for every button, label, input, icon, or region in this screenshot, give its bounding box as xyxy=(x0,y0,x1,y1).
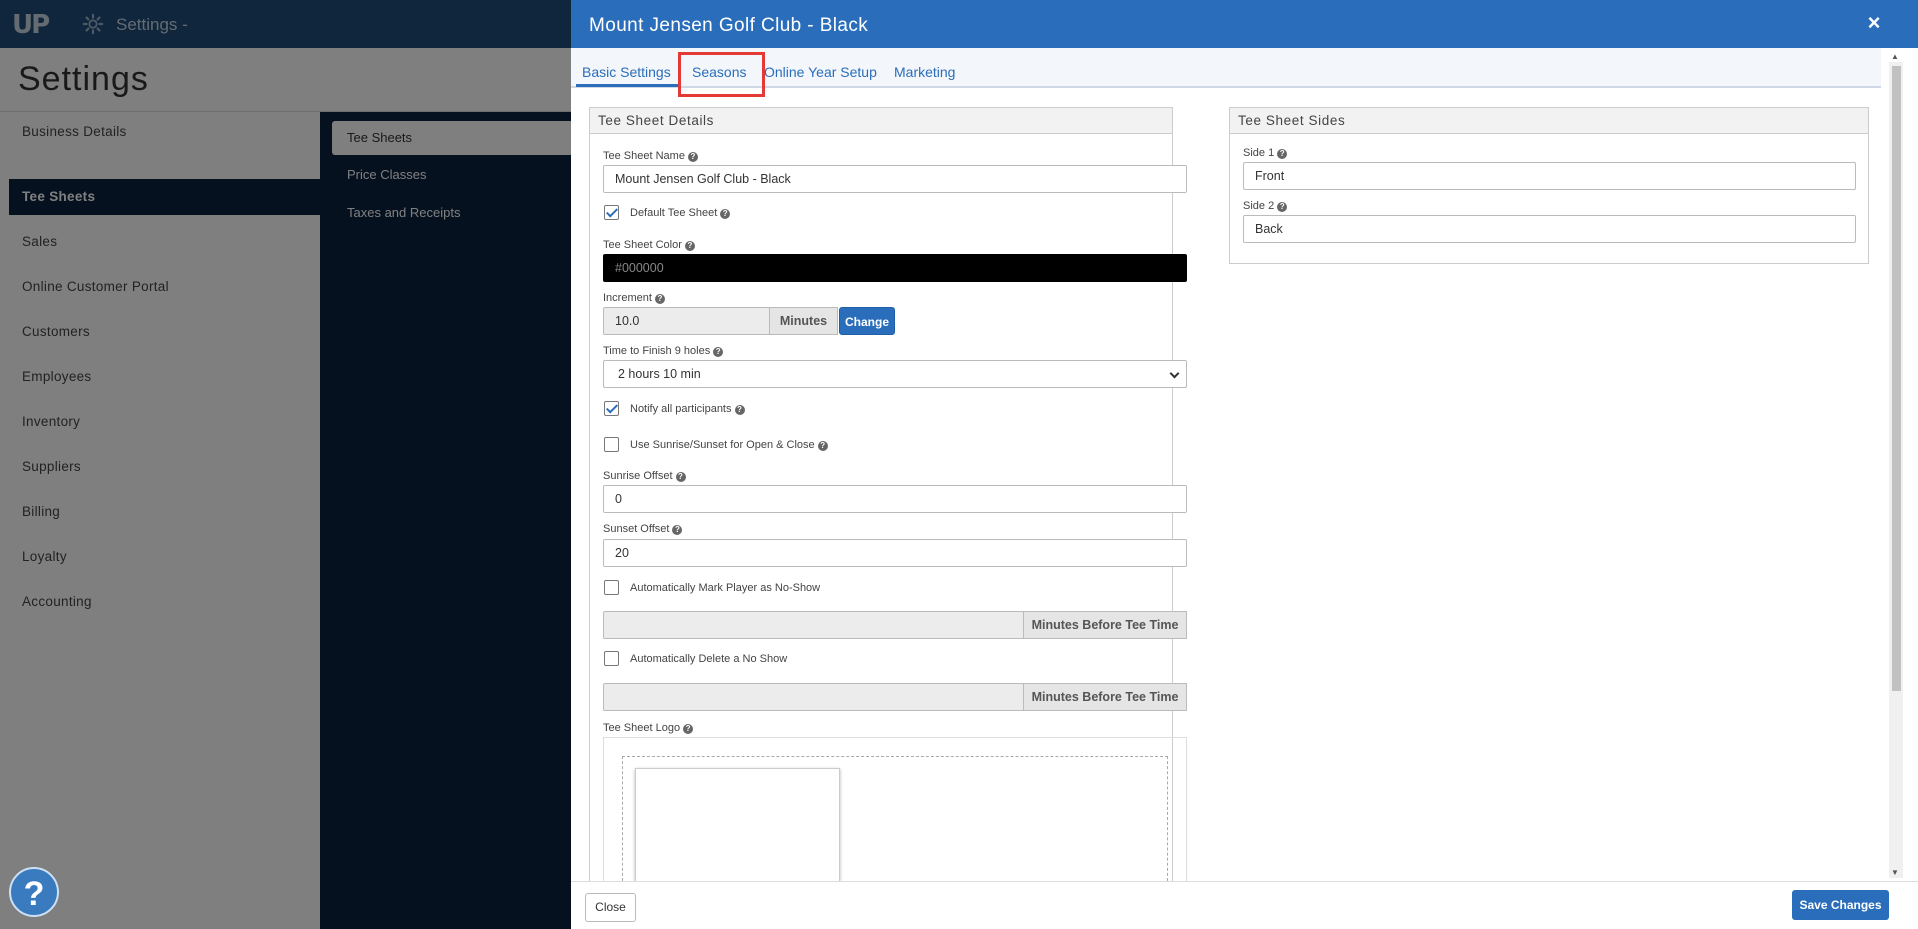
help-icon[interactable]: ? xyxy=(1277,202,1288,212)
auto-no-show-checkbox[interactable] xyxy=(604,580,619,595)
no-show-minutes-unit: Minutes Before Tee Time xyxy=(1023,611,1187,639)
tab-online-year-setup[interactable]: Online Year Setup xyxy=(764,64,877,80)
notify-participants-label: Notify all participants? xyxy=(630,403,745,415)
help-icon[interactable]: ? xyxy=(1277,149,1288,159)
no-show-minutes-input[interactable] xyxy=(603,611,1024,639)
logo-preview xyxy=(635,768,840,881)
help-icon[interactable]: ? xyxy=(687,152,698,162)
modal-scrollbar[interactable]: ▲ ▼ xyxy=(1889,52,1903,878)
modal-title: Mount Jensen Golf Club - Black xyxy=(589,15,869,36)
modal-header: Mount Jensen Golf Club - Black × xyxy=(571,0,1918,48)
finish-time-label: Time to Finish 9 holes? xyxy=(603,345,724,357)
side1-input[interactable]: Front xyxy=(1243,162,1856,190)
sunset-offset-label: Sunset Offset? xyxy=(603,523,683,535)
tee-sheet-name-label: Tee Sheet Name? xyxy=(603,150,698,162)
modal-tabs: Basic Settings Seasons Online Year Setup… xyxy=(571,48,1881,88)
panel-heading: Tee Sheet Details xyxy=(590,108,1172,134)
sunrise-offset-input[interactable]: 0 xyxy=(603,485,1187,513)
help-icon[interactable]: ? xyxy=(675,472,686,482)
delete-no-show-minutes-input[interactable] xyxy=(603,683,1024,711)
help-icon[interactable]: ? xyxy=(684,241,695,251)
seasons-highlight xyxy=(678,52,765,97)
side2-label: Side 2? xyxy=(1243,200,1288,212)
finish-time-select[interactable]: 2 hours 10 min xyxy=(603,360,1187,388)
auto-no-show-label: Automatically Mark Player as No-Show xyxy=(630,582,821,594)
close-icon[interactable]: × xyxy=(1864,12,1884,34)
tab-basic-settings[interactable]: Basic Settings xyxy=(582,64,671,80)
default-tee-sheet-checkbox[interactable] xyxy=(604,205,619,220)
scroll-thumb[interactable] xyxy=(1892,66,1901,691)
side2-input[interactable]: Back xyxy=(1243,215,1856,243)
modal-backdrop[interactable] xyxy=(0,0,571,929)
help-button[interactable]: ? xyxy=(9,867,59,917)
panel-heading: Tee Sheet Sides xyxy=(1230,108,1868,134)
help-icon[interactable]: ? xyxy=(672,525,683,535)
help-icon[interactable]: ? xyxy=(654,294,665,304)
help-icon[interactable]: ? xyxy=(683,724,694,734)
increment-label: Increment? xyxy=(603,292,665,304)
sunset-offset-input[interactable]: 20 xyxy=(603,539,1187,567)
tab-marketing[interactable]: Marketing xyxy=(894,64,955,80)
change-increment-button[interactable]: Change xyxy=(839,307,895,335)
side1-label: Side 1? xyxy=(1243,147,1288,159)
tee-sheet-logo-label: Tee Sheet Logo? xyxy=(603,722,694,734)
sunrise-offset-label: Sunrise Offset? xyxy=(603,470,686,482)
help-icon[interactable]: ? xyxy=(734,405,745,415)
tee-sheet-color-input[interactable]: #000000 xyxy=(603,254,1187,282)
help-icon[interactable]: ? xyxy=(720,209,731,219)
active-tab-indicator xyxy=(576,84,678,87)
close-button[interactable]: Close xyxy=(585,893,636,922)
default-tee-sheet-label: Default Tee Sheet? xyxy=(630,207,731,219)
increment-input[interactable]: 10.0 xyxy=(603,307,770,335)
sunrise-sunset-label: Use Sunrise/Sunset for Open & Close? xyxy=(630,439,828,451)
save-changes-button[interactable]: Save Changes xyxy=(1792,890,1889,920)
sunrise-sunset-checkbox[interactable] xyxy=(604,437,619,452)
scroll-up-icon[interactable]: ▲ xyxy=(1891,52,1899,61)
tee-sheet-name-input[interactable]: Mount Jensen Golf Club - Black xyxy=(603,165,1187,193)
chevron-down-icon xyxy=(1169,368,1180,379)
tee-sheet-color-label: Tee Sheet Color? xyxy=(603,239,695,251)
increment-unit: Minutes xyxy=(769,307,838,335)
help-icon[interactable]: ? xyxy=(713,347,724,357)
auto-delete-no-show-checkbox[interactable] xyxy=(604,651,619,666)
scroll-down-icon[interactable]: ▼ xyxy=(1891,868,1899,877)
notify-participants-checkbox[interactable] xyxy=(604,401,619,416)
edit-tee-sheet-modal: Mount Jensen Golf Club - Black × Basic S… xyxy=(571,0,1918,929)
delete-no-show-minutes-unit: Minutes Before Tee Time xyxy=(1023,683,1187,711)
auto-delete-no-show-label: Automatically Delete a No Show xyxy=(630,653,788,665)
help-icon[interactable]: ? xyxy=(817,441,828,451)
modal-footer: Close Save Changes xyxy=(571,881,1918,929)
